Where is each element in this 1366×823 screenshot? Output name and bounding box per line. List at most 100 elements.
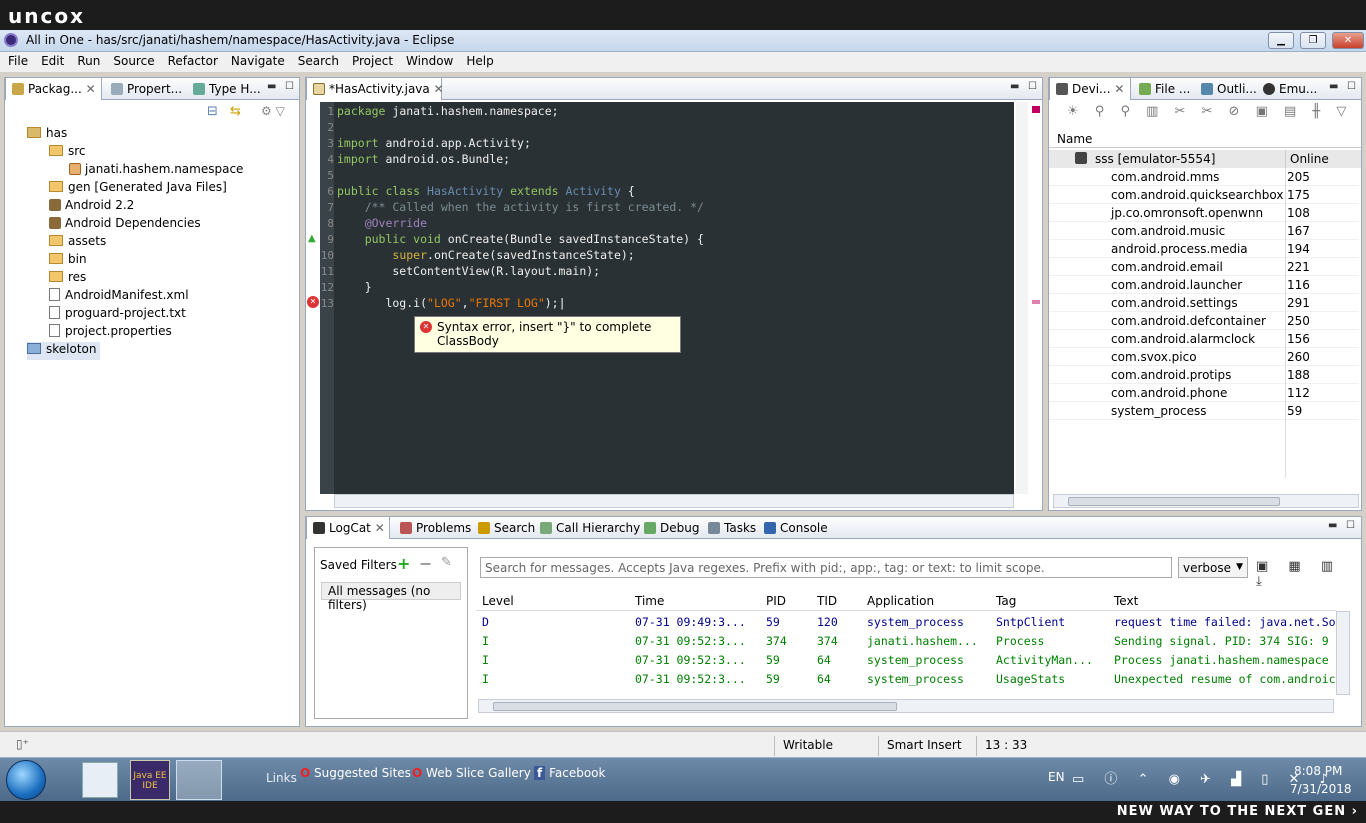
tab-package-explorer[interactable]: Packag... ✕ [5,78,102,100]
menu-navigate[interactable]: Navigate [223,52,290,68]
maximize-icon[interactable]: ☐ [1347,81,1356,92]
taskbar-app-icon[interactable] [82,762,118,798]
error-marker-icon[interactable]: ✕ [307,296,319,308]
logcat-vertical-scrollbar[interactable] [1336,611,1350,695]
menu-help[interactable]: Help [458,52,498,68]
tree-item-manifest[interactable]: AndroidManifest.xml [49,288,189,306]
log-row[interactable]: I 07-31 09:52:3... 59 64 system_process Usage… [476,670,1336,689]
close-icon[interactable]: ✕ [86,82,96,96]
link-suggested-sites[interactable]: O Suggested Sites [300,766,411,780]
overview-marker[interactable] [1032,300,1040,304]
tree-item-src[interactable]: src [49,144,86,162]
tree-item-package[interactable]: janati.hashem.namespace [69,162,243,180]
log-row[interactable]: I 07-31 09:52:3... 374 374 janati.hashem... P… [476,632,1336,651]
tab-outline[interactable]: Outli... [1195,78,1263,100]
process-row[interactable]: com.android.mms 205 [1049,168,1359,186]
process-row[interactable]: android.process.media 194 [1049,240,1359,258]
minimize-icon[interactable]: ▬ [1329,81,1338,92]
code-area[interactable]: 1 2 3 4 5 6 7 8 9 10 11 12 13 package ja… [320,102,1014,494]
scroll-thumb[interactable] [1068,497,1280,506]
tree-item-skeloton[interactable]: skeloton [27,342,101,360]
tab-call-hierarchy[interactable]: Call Hierarchy [534,517,646,539]
tree-item-android-lib[interactable]: Android 2.2 [49,198,134,216]
tab-tasks[interactable]: Tasks [702,517,762,539]
devices-horizontal-scrollbar[interactable] [1053,494,1359,508]
log-level-select[interactable]: verbose ▼ [1178,557,1248,578]
process-row[interactable]: com.svox.pico 260 [1049,348,1359,366]
minimize-icon[interactable]: ▬ [1010,81,1019,92]
menu-search[interactable]: Search [290,52,344,68]
taskbar-window-icon[interactable] [176,760,222,800]
menu-run[interactable]: Run [69,52,105,68]
log-row[interactable]: I 07-31 09:52:3... 59 64 system_process Activ… [476,651,1336,670]
clock-time[interactable]: 8:08 PM [1294,764,1342,778]
devices-toolbar[interactable]: ☀ ⚲ ⚲ ▥ ✂ ✂ ⊘ ▣ ▤ ╫ ▽ [1067,104,1352,119]
tab-logcat[interactable]: LogCat ✕ [306,517,390,539]
taskbar-eclipse-icon[interactable]: Java EE IDE [130,760,170,800]
maximize-icon[interactable]: ☐ [1028,81,1037,92]
menu-edit[interactable]: Edit [33,52,69,68]
menu-refactor[interactable]: Refactor [160,52,223,68]
tab-search[interactable]: Search [472,517,541,539]
process-row[interactable]: com.android.alarmclock 156 [1049,330,1359,348]
tab-properties[interactable]: Propert... [105,78,188,100]
view-menu-icon[interactable]: ⚙ ▽ [261,104,285,118]
scroll-thumb[interactable] [493,702,897,711]
logcat-horizontal-scrollbar[interactable] [478,699,1334,713]
process-row[interactable]: jp.co.omronsoft.openwnn 108 [1049,204,1359,222]
close-icon[interactable]: ✕ [375,521,385,535]
log-row[interactable]: D 07-31 09:49:3... 59 120 system_process Sntp… [476,613,1336,632]
tree-item-gen[interactable]: gen [Generated Java Files] [49,180,227,198]
tab-file-explorer[interactable]: File ... [1133,78,1196,100]
add-filter-icon[interactable]: + [397,554,410,573]
horizontal-scrollbar[interactable] [334,494,1014,508]
link-web-slice-gallery[interactable]: O Web Slice Gallery [412,766,531,780]
link-facebook[interactable]: f Facebook [534,766,605,780]
tab-debug[interactable]: Debug [638,517,705,539]
process-row[interactable]: com.android.launcher 116 [1049,276,1359,294]
process-row[interactable]: com.android.email 221 [1049,258,1359,276]
process-row[interactable]: com.android.music 167 [1049,222,1359,240]
tree-item-bin[interactable]: bin [49,252,87,270]
close-button[interactable]: ✕ [1332,32,1364,49]
menu-source[interactable]: Source [105,52,159,68]
tab-console[interactable]: Console [758,517,834,539]
tree-item-has[interactable]: has [27,126,67,144]
close-icon[interactable]: ✕ [434,82,444,96]
process-row[interactable]: com.android.settings 291 [1049,294,1359,312]
start-button[interactable] [6,760,46,800]
tab-problems[interactable]: Problems [394,517,477,539]
maximize-icon[interactable]: ☐ [1346,520,1355,531]
process-row[interactable]: com.android.phone 112 [1049,384,1359,402]
tree-item-properties[interactable]: project.properties [49,324,172,342]
fast-view-icon[interactable]: ▯⁺ [16,737,29,751]
logcat-toolbar[interactable]: ▣ ▦ ▥ ⤓ [1256,559,1361,589]
clock-date[interactable]: 7/31/2018 [1290,782,1352,796]
process-row[interactable]: com.android.quicksearchbox 175 [1049,186,1359,204]
remove-filter-icon[interactable]: − [419,554,432,573]
menu-file[interactable]: File [0,52,33,68]
tab-devices[interactable]: Devi... ✕ [1049,78,1131,100]
tree-item-assets[interactable]: assets [49,234,106,252]
overview-error-marker[interactable] [1032,106,1040,113]
menu-project[interactable]: Project [344,52,398,68]
maximize-button[interactable]: ❐ [1300,32,1326,49]
tree-item-dependencies[interactable]: Android Dependencies [49,216,201,234]
tree-item-proguard[interactable]: proguard-project.txt [49,306,186,324]
tab-hasactivity[interactable]: *HasActivity.java ✕ [306,78,444,100]
tab-type-hierarchy[interactable]: Type H... [187,78,267,100]
process-row[interactable]: system_process 59 [1049,402,1359,420]
language-indicator[interactable]: EN [1048,770,1065,784]
close-icon[interactable]: ✕ [1114,82,1124,96]
minimize-icon[interactable]: ▬ [267,81,276,92]
tab-emulator[interactable]: Emu... [1257,78,1323,100]
process-row[interactable]: com.android.defcontainer 250 [1049,312,1359,330]
tree-item-res[interactable]: res [49,270,86,288]
process-row[interactable]: com.android.protips 188 [1049,366,1359,384]
filter-all-messages[interactable]: All messages (no filters) [321,582,461,612]
collapse-all-icon[interactable]: ⊟ [207,104,218,119]
minimize-button[interactable]: ▁ [1268,32,1294,49]
device-row[interactable]: sss [emulator-5554] Online [1049,150,1361,168]
maximize-icon[interactable]: ☐ [285,81,294,92]
logcat-search-input[interactable]: Search for messages. Accepts Java regexe… [480,557,1172,578]
